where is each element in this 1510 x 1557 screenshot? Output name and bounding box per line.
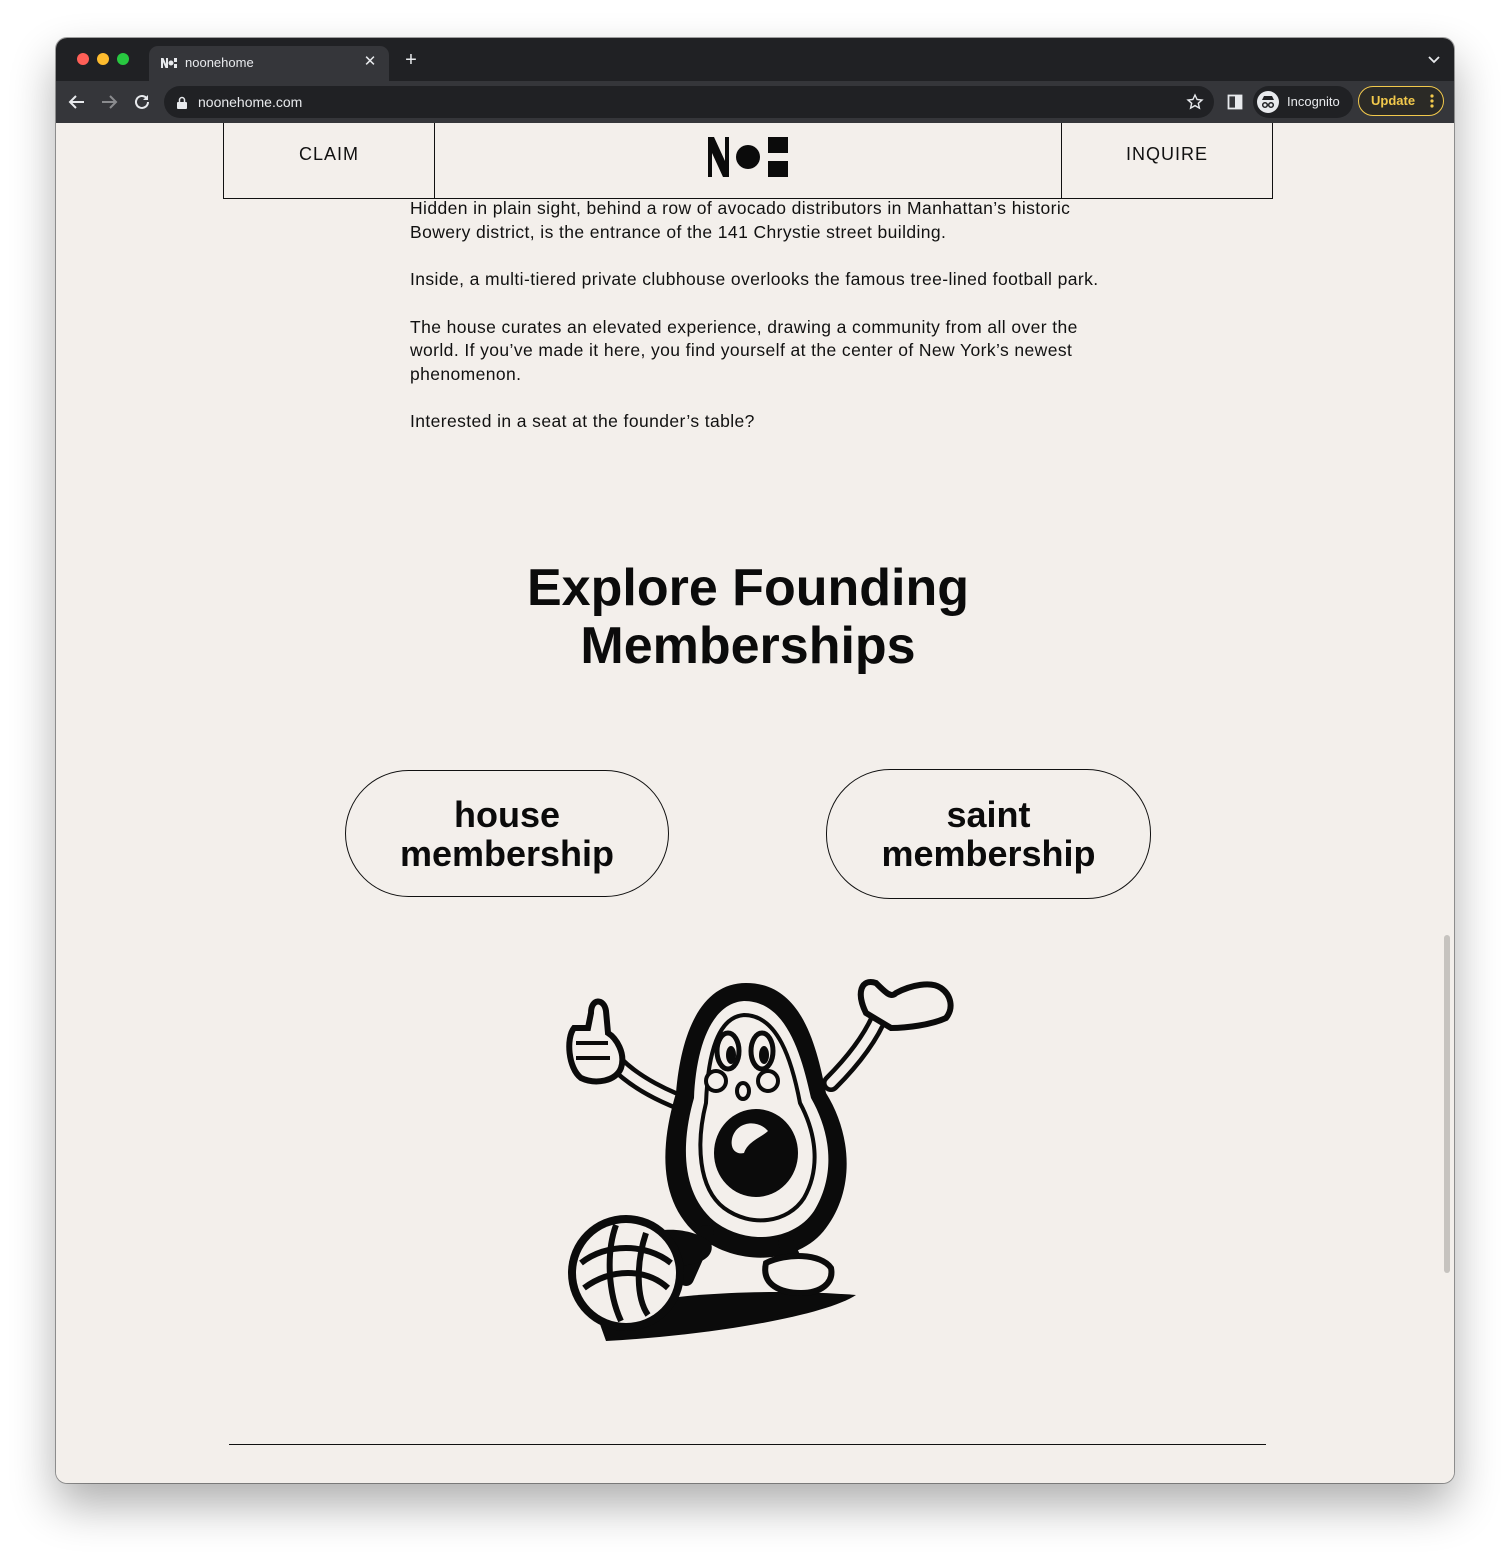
intro-paragraph: Inside, a multi-tiered private clubhouse… [410, 269, 1099, 289]
incognito-indicator[interactable]: Incognito [1253, 86, 1353, 118]
tab-close-icon[interactable]: ✕ [361, 53, 379, 71]
section-heading: Explore Founding Memberships [527, 559, 969, 675]
update-label: Update [1371, 93, 1416, 108]
intro-paragraph: Hidden in plain sight, behind a row of a… [410, 198, 1071, 242]
avocado-mascot-illustration [566, 979, 954, 1341]
url-text: noonehome.com [198, 94, 303, 110]
house-membership-button[interactable]: house membership [345, 770, 669, 897]
site-header: CLAIM INQUIRE [223, 123, 1273, 199]
bookmark-star-icon[interactable] [1186, 93, 1204, 111]
incognito-label: Incognito [1287, 94, 1340, 109]
tab-title: noonehome [185, 55, 254, 70]
minimize-window-button[interactable] [97, 53, 109, 65]
page-viewport: CLAIM INQUIRE Hidden in plain sight, beh… [56, 123, 1454, 1483]
page-scrollbar[interactable] [1444, 935, 1450, 1273]
intro-paragraph: Interested in a seat at the founder’s ta… [410, 411, 755, 431]
address-bar[interactable]: noonehome.com [164, 86, 1214, 118]
reload-icon[interactable] [131, 91, 153, 113]
new-tab-icon[interactable]: + [402, 50, 420, 70]
forward-arrow-icon[interactable] [98, 91, 120, 113]
footer-divider [229, 1444, 1266, 1445]
saint-membership-label: saint membership [881, 794, 1096, 874]
update-button[interactable]: Update [1358, 86, 1444, 116]
tab-search-chevron-icon[interactable] [1428, 54, 1440, 66]
browser-toolbar: noonehome.com Incognito Update [56, 81, 1454, 123]
more-menu-icon[interactable] [1430, 93, 1434, 109]
intro-text: Hidden in plain sight, behind a row of a… [410, 197, 1110, 458]
side-panel-icon[interactable] [1227, 94, 1243, 110]
close-window-button[interactable] [77, 53, 89, 65]
browser-window: noonehome ✕ + noonehome.com Incognito Up… [56, 38, 1454, 1483]
site-favicon-icon [161, 58, 177, 68]
back-arrow-icon[interactable] [66, 91, 88, 113]
inquire-nav-link[interactable]: INQUIRE [1061, 123, 1272, 198]
tab-strip: noonehome ✕ + [56, 38, 1454, 81]
browser-tab[interactable]: noonehome ✕ [149, 46, 389, 81]
incognito-icon [1257, 91, 1279, 113]
house-membership-label: house membership [399, 793, 615, 874]
claim-nav-link[interactable]: CLAIM [224, 123, 435, 198]
noh-logo[interactable] [708, 137, 788, 177]
intro-paragraph: The house curates an elevated experience… [410, 316, 1078, 384]
maximize-window-button[interactable] [117, 53, 129, 65]
saint-membership-button[interactable]: saint membership [826, 769, 1151, 899]
lock-icon [177, 96, 187, 109]
